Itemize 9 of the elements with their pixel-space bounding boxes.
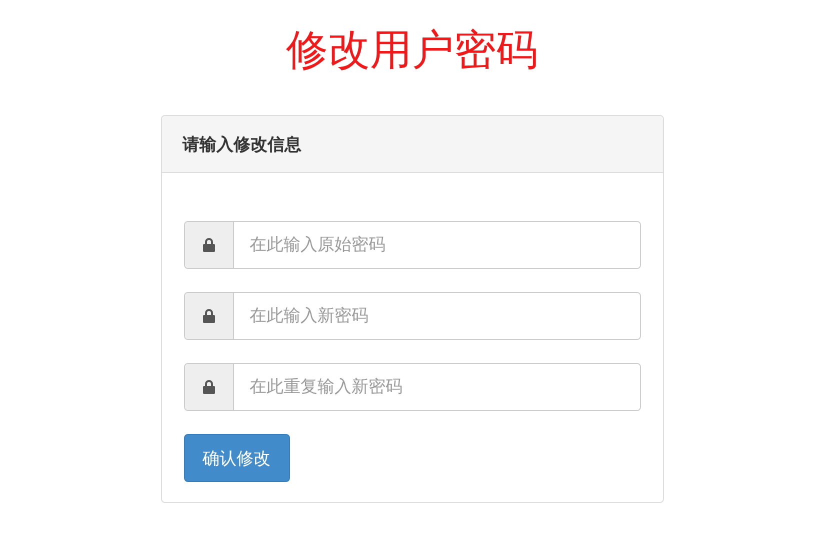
page-title: 修改用户密码 (286, 24, 538, 76)
password-field[interactable]: 在此输入原始密码 (184, 221, 640, 269)
password-field[interactable]: 在此输入新密码 (184, 292, 640, 340)
lock-icon (202, 238, 214, 252)
lock-icon (202, 309, 214, 323)
password-field[interactable]: 在此重复输入新密码 (184, 363, 640, 411)
lock-icon (202, 380, 214, 394)
panel-heading: 请输入修改信息 (182, 134, 302, 156)
confirm-button[interactable]: 确认修改 (184, 434, 290, 482)
